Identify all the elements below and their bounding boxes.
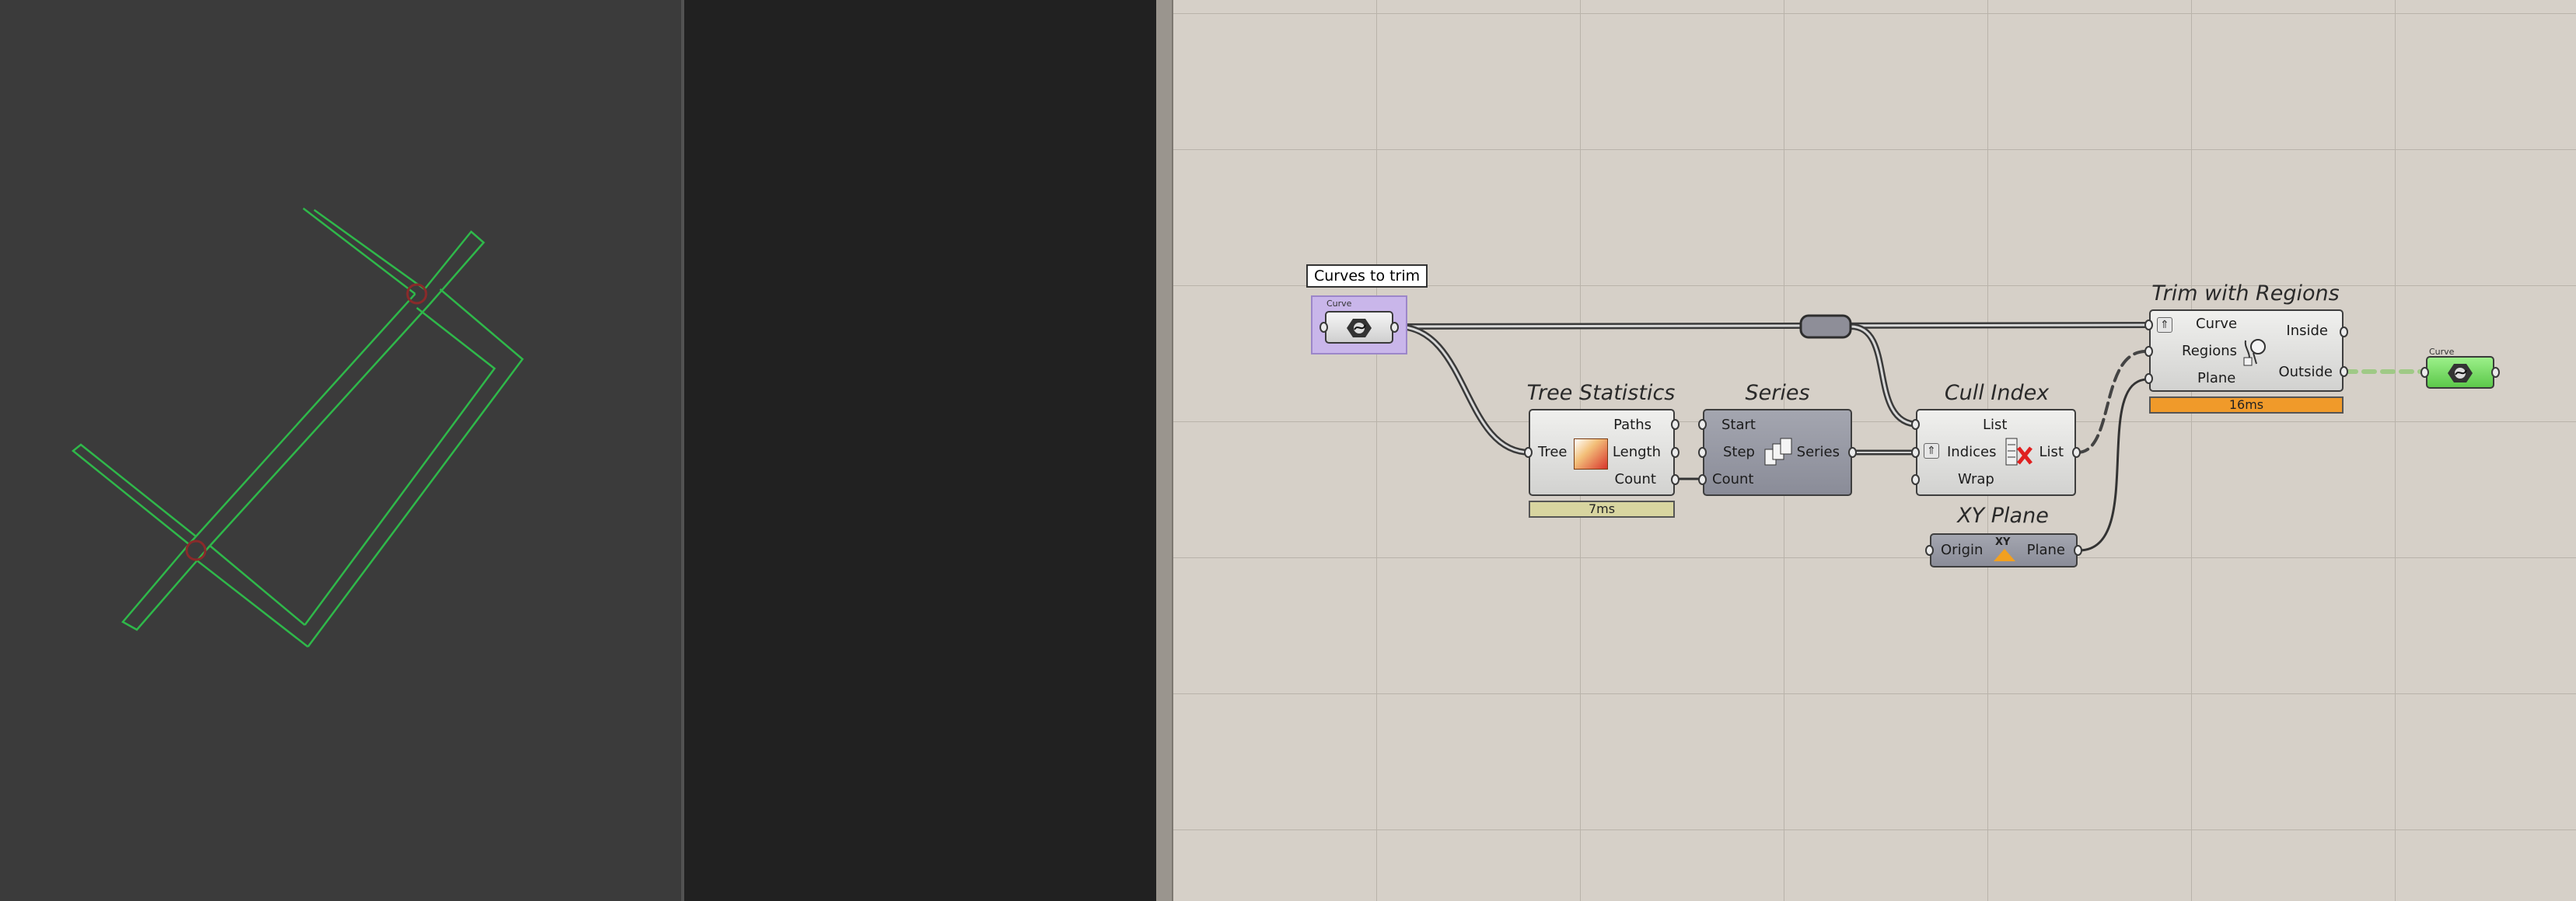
series-input-grip-start[interactable] — [1698, 419, 1707, 430]
graft-icon: ⇑ — [1924, 443, 1939, 459]
cull-index-title: Cull Index — [1944, 381, 2050, 405]
cull-index-output-grip[interactable] — [2072, 447, 2081, 458]
curve-icon — [2448, 364, 2473, 382]
tree-statistics-icon — [1574, 438, 1608, 470]
trim-output-grip-inside[interactable] — [2340, 327, 2348, 337]
cull-index-input-grip-list[interactable] — [1911, 419, 1920, 430]
series-input-step[interactable]: Step — [1723, 444, 1755, 460]
tree-statistics-output-count[interactable]: Count — [1615, 471, 1656, 487]
curve-param-label: Curve — [1326, 299, 1352, 309]
series-output-series[interactable]: Series — [1797, 444, 1840, 460]
xy-plane-title: XY Plane — [1957, 504, 2049, 528]
tree-statistics-output-grip-count[interactable] — [1671, 474, 1679, 485]
series-component[interactable]: Start Step Count Series — [1703, 409, 1852, 496]
trim-output-outside[interactable]: Outside — [2278, 364, 2333, 380]
tree-statistics-input-tree[interactable]: Tree — [1538, 444, 1568, 460]
wire — [2076, 350, 2148, 454]
xy-plane-component[interactable]: Origin XY Plane — [1930, 533, 2078, 567]
wires-layer — [1393, 314, 2427, 552]
curve-param[interactable] — [1325, 311, 1393, 344]
trim-input-plane[interactable]: Plane — [2197, 370, 2235, 386]
xy-plane-output-grip[interactable] — [2074, 545, 2082, 556]
curve-param-input-grip[interactable] — [1319, 322, 1328, 333]
trim-input-curve[interactable]: Curve — [2196, 316, 2237, 332]
xy-plane-input-grip[interactable] — [1925, 545, 1934, 556]
wire — [1847, 323, 1922, 428]
cull-index-input-indices[interactable]: Indices — [1947, 444, 1997, 460]
series-input-start[interactable]: Start — [1721, 417, 1756, 433]
cull-index-icon — [2005, 438, 2032, 466]
tooltip-curves-to-trim: Curves to trim — [1306, 264, 1428, 288]
tree-statistics-title: Tree Statistics — [1526, 381, 1676, 405]
series-title: Series — [1745, 381, 1810, 405]
output-curve-output-grip[interactable] — [2491, 367, 2500, 378]
trim-output-inside[interactable]: Inside — [2286, 323, 2328, 339]
tree-statistics-output-paths[interactable]: Paths — [1613, 417, 1652, 433]
trim-input-grip-plane[interactable] — [2144, 373, 2153, 384]
tree-statistics-output-grip-length[interactable] — [1671, 447, 1679, 458]
trim-regions-icon — [2243, 339, 2266, 366]
series-output-grip[interactable] — [1848, 447, 1857, 458]
trim-output-grip-outside[interactable] — [2340, 366, 2348, 377]
cull-index-input-list[interactable]: List — [1983, 417, 2007, 433]
wire — [1395, 323, 2155, 328]
tree-statistics-input-grip[interactable] — [1524, 447, 1533, 458]
cull-index-output-list[interactable]: List — [2039, 444, 2064, 460]
curve-icon — [1347, 319, 1372, 337]
output-curve-param[interactable] — [2426, 356, 2494, 389]
output-curve-input-grip[interactable] — [2420, 367, 2429, 378]
series-input-grip-step[interactable] — [1698, 447, 1707, 458]
graft-icon: ⇑ — [2157, 317, 2172, 333]
series-input-count[interactable]: Count — [1712, 471, 1753, 487]
xy-plane-output-plane[interactable]: Plane — [2027, 542, 2065, 558]
trim-input-grip-curve[interactable] — [2144, 320, 2153, 330]
wire-relay — [1799, 314, 1852, 339]
trim-with-regions-component[interactable]: ⇑ Curve Regions Plane Inside Outside — [2149, 309, 2344, 392]
xy-plane-input-origin[interactable]: Origin — [1941, 542, 1983, 558]
xy-plane-icon: XY — [1992, 536, 2017, 564]
trim-input-regions[interactable]: Regions — [2182, 343, 2237, 359]
tree-statistics-timer: 7ms — [1529, 501, 1675, 518]
trim-with-regions-timer: 16ms — [2149, 396, 2344, 414]
series-input-grip-count[interactable] — [1698, 474, 1707, 485]
tree-statistics-output-length[interactable]: Length — [1613, 444, 1661, 460]
series-icon — [1764, 438, 1792, 466]
curve-param-output-grip[interactable] — [1390, 322, 1399, 333]
cull-index-input-wrap[interactable]: Wrap — [1958, 471, 1994, 487]
trim-input-grip-regions[interactable] — [2144, 346, 2153, 357]
wire — [2078, 378, 2149, 552]
tree-statistics-output-grip-paths[interactable] — [1671, 419, 1679, 430]
cull-index-input-grip-wrap[interactable] — [1911, 474, 1920, 485]
cull-index-component[interactable]: List ⇑ Indices Wrap List — [1916, 409, 2076, 496]
trim-with-regions-title: Trim with Regions — [2151, 281, 2340, 306]
cull-index-input-grip-indices[interactable] — [1911, 447, 1920, 458]
tree-statistics-component[interactable]: Tree Paths Length Count — [1529, 409, 1675, 496]
wire — [1393, 323, 1533, 456]
